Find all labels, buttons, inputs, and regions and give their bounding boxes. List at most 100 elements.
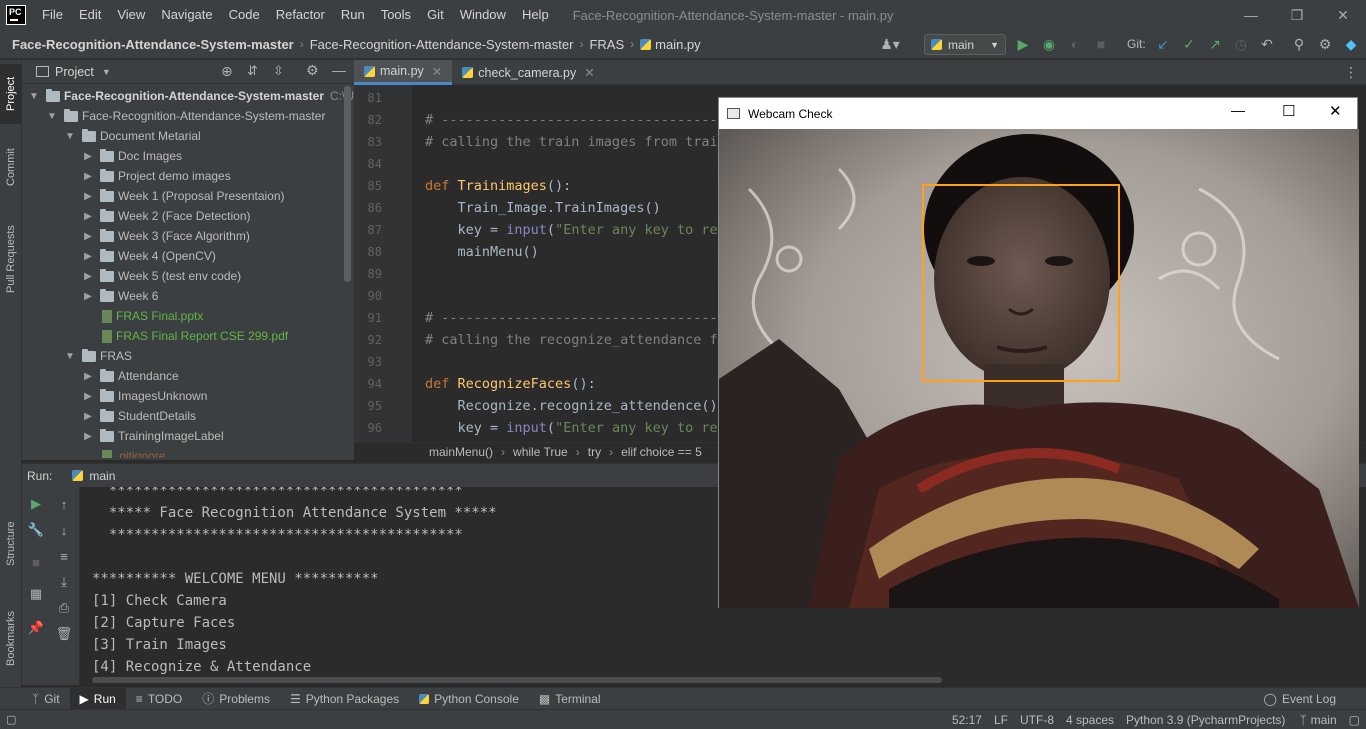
menu-window[interactable]: Window [452,0,514,30]
tree-folder-row[interactable]: ▶ Week 1 (Proposal Presentaion) [22,186,354,206]
menu-view[interactable]: View [109,0,153,30]
tree-folder-row[interactable]: ▶ StudentDetails [22,406,354,426]
tool-tab-terminal[interactable]: ▩ Terminal [529,688,611,710]
tool-tab-bookmarks[interactable]: Bookmarks [0,600,22,676]
menu-edit[interactable]: Edit [71,0,109,30]
breadcrumb-project[interactable]: Face-Recognition-Attendance-System-maste… [12,37,294,52]
tree-folder-row[interactable]: ▼ Face-Recognition-Attendance-System-mast… [22,106,354,126]
chevron-right-icon[interactable]: ▶ [82,211,94,222]
tree-folder-row[interactable]: ▶ Week 6 [22,286,354,306]
git-commit-icon[interactable]: ✓ [1179,34,1199,54]
run-icon[interactable]: ▶ [1013,34,1033,54]
tree-file-row[interactable]: FRAS Final Report CSE 299.pdf [22,326,354,346]
scrollbar-thumb[interactable] [344,86,351,282]
breadcrumb-folder[interactable]: Face-Recognition-Attendance-System-maste… [310,37,574,52]
menu-refactor[interactable]: Refactor [268,0,333,30]
trash-icon[interactable]: 🗑 [55,625,73,643]
caret-position[interactable]: 52:17 [952,713,982,727]
line-separator[interactable]: LF [994,713,1008,727]
chevron-right-icon[interactable]: ▶ [82,391,94,402]
rollback-icon[interactable]: ↶ [1257,34,1277,54]
tree-folder-row[interactable]: ▶ Week 4 (OpenCV) [22,246,354,266]
tree-file-row[interactable]: .gitignore [22,446,354,458]
tree-folder-row[interactable]: ▶ Doc Images [22,146,354,166]
gear-icon[interactable]: ⚙ [1315,34,1335,54]
event-log-button[interactable]: ◯ Event Log [1254,688,1346,710]
menu-file[interactable]: File [34,0,71,30]
tool-tab-project[interactable]: Project [0,64,22,124]
tree-folder-row[interactable]: ▼ Document Metarial [22,126,354,146]
menu-code[interactable]: Code [221,0,268,30]
chevron-right-icon[interactable]: ▶ [82,431,94,442]
close-tab-icon[interactable]: ✕ [584,65,594,80]
rerun-icon[interactable]: ▶ [27,495,45,513]
chevron-down-icon[interactable]: ▼ [64,351,76,362]
wrench-icon[interactable]: 🔧 [27,521,45,539]
down-arrow-icon[interactable]: ↓ [55,521,73,539]
tree-folder-row[interactable]: ▶ ImagesUnknown [22,386,354,406]
close-icon[interactable]: ✕ [1329,102,1342,120]
close-tab-icon[interactable]: ✕ [432,64,442,79]
code-crumb[interactable]: mainMenu() [429,445,493,459]
chevron-down-icon[interactable]: ▼ [102,67,111,77]
tree-folder-row[interactable]: ▶ Project demo images [22,166,354,186]
breadcrumb-fras[interactable]: FRAS [589,37,624,52]
search-icon[interactable]: ⚲ [1289,34,1309,54]
file-encoding[interactable]: UTF-8 [1020,713,1054,727]
chevron-right-icon[interactable]: ▶ [82,151,94,162]
collapse-all-icon[interactable]: ⇳ [273,63,284,79]
horizontal-scrollbar[interactable] [92,677,942,683]
menu-git[interactable]: Git [419,0,452,30]
chevron-down-icon[interactable]: ▼ [64,131,76,142]
tree-folder-row[interactable]: ▶ Week 5 (test env code) [22,266,354,286]
close-icon[interactable]: ✕ [1320,0,1366,30]
stop-icon[interactable]: ■ [1091,34,1111,54]
code-crumb[interactable]: elif choice == 5 [621,445,702,459]
menu-navigate[interactable]: Navigate [153,0,220,30]
run-config-select[interactable]: main ▼ [924,34,1006,55]
chevron-right-icon[interactable]: ▶ [82,371,94,382]
menu-help[interactable]: Help [514,0,557,30]
user-icon[interactable]: ♟▾ [880,34,900,54]
git-push-icon[interactable]: ↗ [1205,34,1225,54]
tool-tab-run[interactable]: ▶ Run [69,687,126,710]
print-icon[interactable]: ⎙ [55,599,73,617]
breadcrumb-file[interactable]: main.py [655,37,701,52]
chevron-down-icon[interactable]: ▼ [46,111,58,122]
tab-main-py[interactable]: main.py ✕ [354,60,453,85]
restore-icon[interactable]: ❐ [1274,0,1320,30]
maximize-icon[interactable]: ☐ [1282,102,1295,120]
minimize-icon[interactable]: — [1231,102,1245,118]
tool-tab-python-packages[interactable]: ☰ Python Packages [280,688,409,710]
tab-check-camera-py[interactable]: check_camera.py ✕ [452,60,604,85]
ide-updates-icon[interactable]: ◆ [1341,34,1361,54]
tree-folder-row[interactable]: ▶ Week 3 (Face Algorithm) [22,226,354,246]
up-arrow-icon[interactable]: ↑ [55,495,73,513]
chevron-right-icon[interactable]: ▶ [82,411,94,422]
run-config-tab[interactable]: main [89,469,115,483]
chevron-down-icon[interactable]: ▼ [28,91,40,102]
history-icon[interactable]: ◷ [1231,34,1251,54]
git-update-icon[interactable]: ↙ [1153,34,1173,54]
expand-all-icon[interactable]: ⇵ [247,63,258,79]
code-crumb[interactable]: while True [513,445,568,459]
lock-icon[interactable]: ▢ [1349,713,1360,727]
tree-folder-row[interactable]: ▼ Face-Recognition-Attendance-System-mast… [22,86,354,106]
gear-icon[interactable]: ⚙ [306,62,319,79]
menu-tools[interactable]: Tools [373,0,419,30]
chevron-right-icon[interactable]: ▶ [82,291,94,302]
tool-tab-pull-requests[interactable]: Pull Requests [0,212,22,306]
tree-folder-row[interactable]: ▶ Attendance [22,366,354,386]
chevron-right-icon[interactable]: ▶ [82,231,94,242]
tree-folder-row[interactable]: ▶ TrainingImageLabel [22,426,354,446]
git-branch[interactable]: main [1311,713,1337,727]
tool-tab-commit[interactable]: Commit [0,134,22,200]
tree-folder-row[interactable]: ▼ FRAS [22,346,354,366]
coverage-icon[interactable]: ◐ [1065,34,1085,54]
tool-tab-problems[interactable]: ⓘ Problems [192,688,280,710]
pin-icon[interactable]: 📌 [27,619,45,637]
more-icon[interactable]: ⋮ [1344,60,1358,84]
tool-tab-git[interactable]: ᛉ Git [22,688,70,710]
tree-folder-row[interactable]: ▶ Week 2 (Face Detection) [22,206,354,226]
tool-tab-structure[interactable]: Structure [0,508,22,580]
